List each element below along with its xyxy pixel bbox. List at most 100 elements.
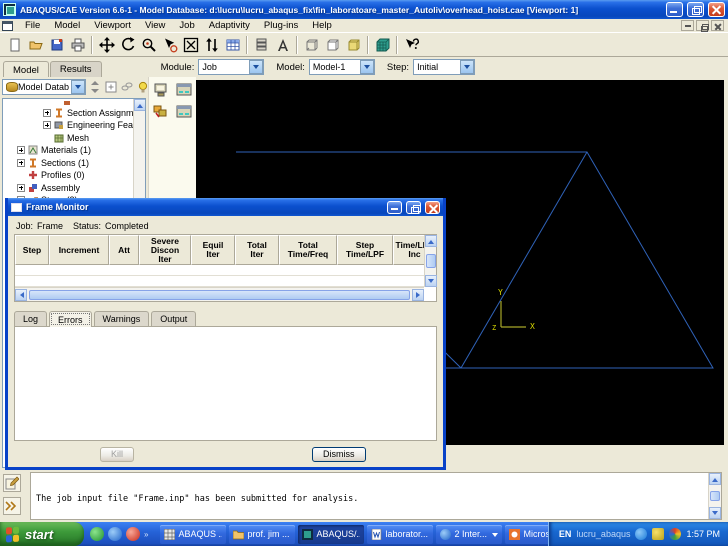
task-abaqus-docs[interactable]: ABAQUS ... (160, 524, 227, 544)
chevron-down-icon[interactable] (71, 79, 86, 94)
adaptivity-manager-button[interactable] (152, 104, 170, 120)
expand-icon[interactable] (17, 183, 25, 192)
tree-item-sections[interactable]: Sections (1) (3, 157, 145, 170)
tree-item-materials[interactable]: Materials (1) (3, 144, 145, 157)
filter-button[interactable] (120, 80, 134, 94)
menu-help[interactable]: Help (305, 20, 339, 31)
scroll-right-button[interactable] (412, 288, 424, 301)
menu-model[interactable]: Model (47, 20, 87, 31)
menu-viewport[interactable]: Viewport (87, 20, 138, 31)
scroll-down-button[interactable] (709, 507, 721, 519)
module-select[interactable]: Job (198, 59, 265, 75)
task-folder-prof-jim[interactable]: prof. jim ... (229, 524, 296, 544)
tree-item-profiles[interactable]: Profiles (0) (3, 169, 145, 182)
task-abaqus-cae[interactable]: ABAQUS/... (298, 524, 365, 544)
step-select[interactable]: Initial (413, 59, 476, 75)
col-severe-discon-iter[interactable]: Severe Discon Iter (139, 235, 191, 265)
mdi-document-icon[interactable] (2, 20, 13, 31)
expand-icon[interactable] (17, 158, 25, 167)
zoom-select-button[interactable] (159, 34, 180, 55)
open-file-button[interactable] (25, 34, 46, 55)
tab-log[interactable]: Log (14, 311, 48, 326)
menu-job[interactable]: Job (172, 20, 201, 31)
col-step-time-lpf[interactable]: Step Time/LPF (337, 235, 393, 265)
quick-launch-icon-3[interactable] (126, 527, 140, 541)
table-horizontal-scrollbar[interactable] (15, 287, 424, 301)
scroll-left-button[interactable] (15, 288, 27, 301)
tray-icon-1[interactable] (635, 528, 648, 540)
tray-icon-2[interactable] (652, 528, 665, 540)
kill-button[interactable]: Kill (100, 446, 135, 462)
expand-icon[interactable] (43, 108, 51, 117)
edit-job-button[interactable] (175, 104, 193, 120)
tree-item-clipped[interactable] (3, 99, 145, 107)
tab-warnings[interactable]: Warnings (93, 311, 150, 326)
save-button[interactable] (46, 34, 67, 55)
chevron-down-icon[interactable] (460, 60, 475, 74)
pan-button[interactable] (96, 34, 117, 55)
dialog-maximize-button[interactable] (406, 200, 421, 214)
scrollbar-thumb[interactable] (425, 254, 436, 268)
view-options-button[interactable] (222, 34, 243, 55)
tree-item-mesh[interactable]: Mesh (3, 132, 145, 145)
expand-icon[interactable] (43, 121, 51, 130)
tab-model[interactable]: Model (3, 61, 49, 78)
dialog-title-bar[interactable]: Frame Monitor (8, 198, 443, 216)
tree-item-assembly[interactable]: Assembly (3, 182, 145, 195)
errors-output-area[interactable] (14, 326, 437, 441)
chevron-down-icon[interactable] (249, 60, 264, 74)
menu-view[interactable]: View (138, 20, 172, 31)
tree-item-engineering-features[interactable]: Engineering Fea (3, 119, 145, 132)
wireframe-button[interactable] (301, 34, 322, 55)
close-button[interactable] (708, 2, 725, 17)
context-help-button[interactable] (401, 34, 422, 55)
new-file-button[interactable] (4, 34, 25, 55)
col-increment[interactable]: Increment (49, 235, 109, 265)
quick-launch-icon-1[interactable] (90, 527, 104, 541)
query-button[interactable] (251, 34, 272, 55)
tree-item-section-assignments[interactable]: Section Assignm (3, 107, 145, 120)
annotation-button[interactable] (272, 34, 293, 55)
tab-output[interactable]: Output (151, 311, 197, 326)
col-equil-iter[interactable]: Equil Iter (191, 235, 235, 265)
expand-collapse-button[interactable] (88, 80, 102, 94)
print-button[interactable] (67, 34, 88, 55)
menu-file[interactable]: File (18, 20, 47, 31)
mdi-close-button[interactable] (711, 20, 724, 31)
scroll-up-button[interactable] (424, 235, 437, 247)
mesh-view-button[interactable] (372, 34, 393, 55)
model-database-select[interactable]: Model Datab (2, 78, 87, 95)
magnify-button[interactable] (138, 34, 159, 55)
scroll-up-button[interactable] (709, 473, 721, 485)
shaded-button[interactable] (343, 34, 364, 55)
start-button[interactable]: start (0, 522, 84, 546)
dialog-minimize-button[interactable] (387, 200, 402, 214)
col-step[interactable]: Step (15, 235, 49, 265)
tab-results[interactable]: Results (49, 61, 102, 77)
fit-view-button[interactable] (180, 34, 201, 55)
create-job-button[interactable] (175, 82, 193, 98)
language-indicator[interactable]: EN (559, 529, 572, 539)
job-manager-button[interactable] (152, 82, 170, 98)
table-vertical-scrollbar[interactable] (424, 235, 437, 287)
hidden-line-button[interactable] (322, 34, 343, 55)
title-bar[interactable]: ABAQUS/CAE Version 6.6-1 - Model Databas… (0, 0, 728, 19)
cycle-views-button[interactable] (201, 34, 222, 55)
rotate-button[interactable] (117, 34, 138, 55)
tab-errors[interactable]: Errors (49, 311, 92, 327)
scrollbar-thumb[interactable] (710, 491, 720, 501)
tray-icon-3[interactable] (669, 528, 682, 540)
command-line-button[interactable] (3, 497, 21, 515)
menu-plugins[interactable]: Plug-ins (257, 20, 305, 31)
expand-all-button[interactable] (104, 80, 118, 94)
chevron-down-icon[interactable] (359, 60, 374, 74)
mdi-restore-button[interactable] (696, 20, 709, 32)
col-att[interactable]: Att (109, 235, 139, 265)
menu-adaptivity[interactable]: Adaptivity (202, 20, 257, 31)
quick-launch-overflow-chevron[interactable]: » (144, 530, 148, 539)
restore-button[interactable] (687, 2, 704, 17)
message-log-button[interactable] (3, 474, 21, 492)
model-select[interactable]: Model-1 (308, 59, 375, 75)
col-total-time-freq[interactable]: Total Time/Freq (279, 235, 337, 265)
expand-icon[interactable] (17, 146, 25, 155)
